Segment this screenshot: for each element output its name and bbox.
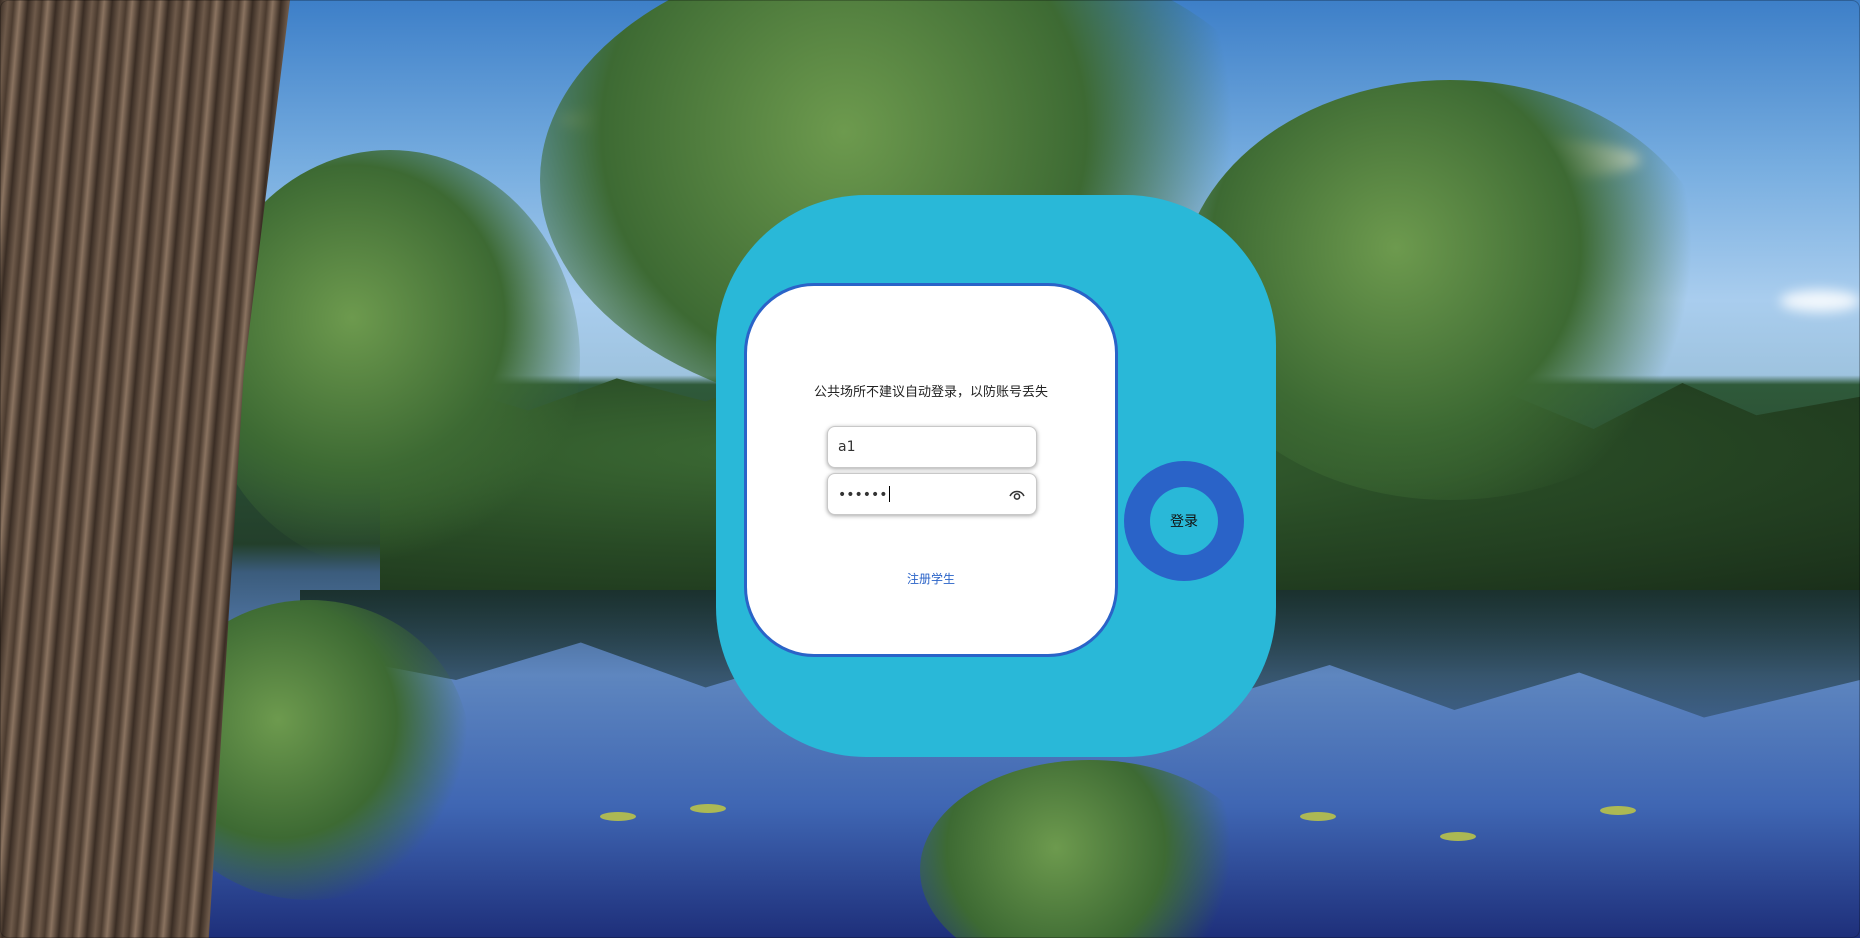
text-caret — [888, 486, 890, 502]
shrub — [920, 760, 1260, 938]
lily-pad — [1300, 812, 1336, 821]
lily-pad — [1600, 806, 1636, 815]
password-field[interactable]: •••••• — [827, 473, 1037, 515]
password-value-wrap: •••••• — [838, 486, 890, 503]
eye-icon[interactable] — [1008, 486, 1026, 504]
cloud — [1780, 290, 1860, 312]
register-student-link[interactable]: 注册学生 — [747, 570, 1115, 587]
lily-pad — [1440, 832, 1476, 841]
username-field[interactable]: a1 — [827, 426, 1037, 468]
login-button[interactable]: 登录 — [1150, 487, 1218, 555]
auto-login-notice: 公共场所不建议自动登录，以防账号丢失 — [813, 385, 1048, 400]
lily-pad — [690, 804, 726, 813]
lily-pad — [600, 812, 636, 821]
username-value: a1 — [838, 439, 856, 455]
password-value: •••••• — [838, 487, 888, 503]
login-card: 公共场所不建议自动登录，以防账号丢失 a1 •••••• 注册学生 — [744, 283, 1118, 657]
